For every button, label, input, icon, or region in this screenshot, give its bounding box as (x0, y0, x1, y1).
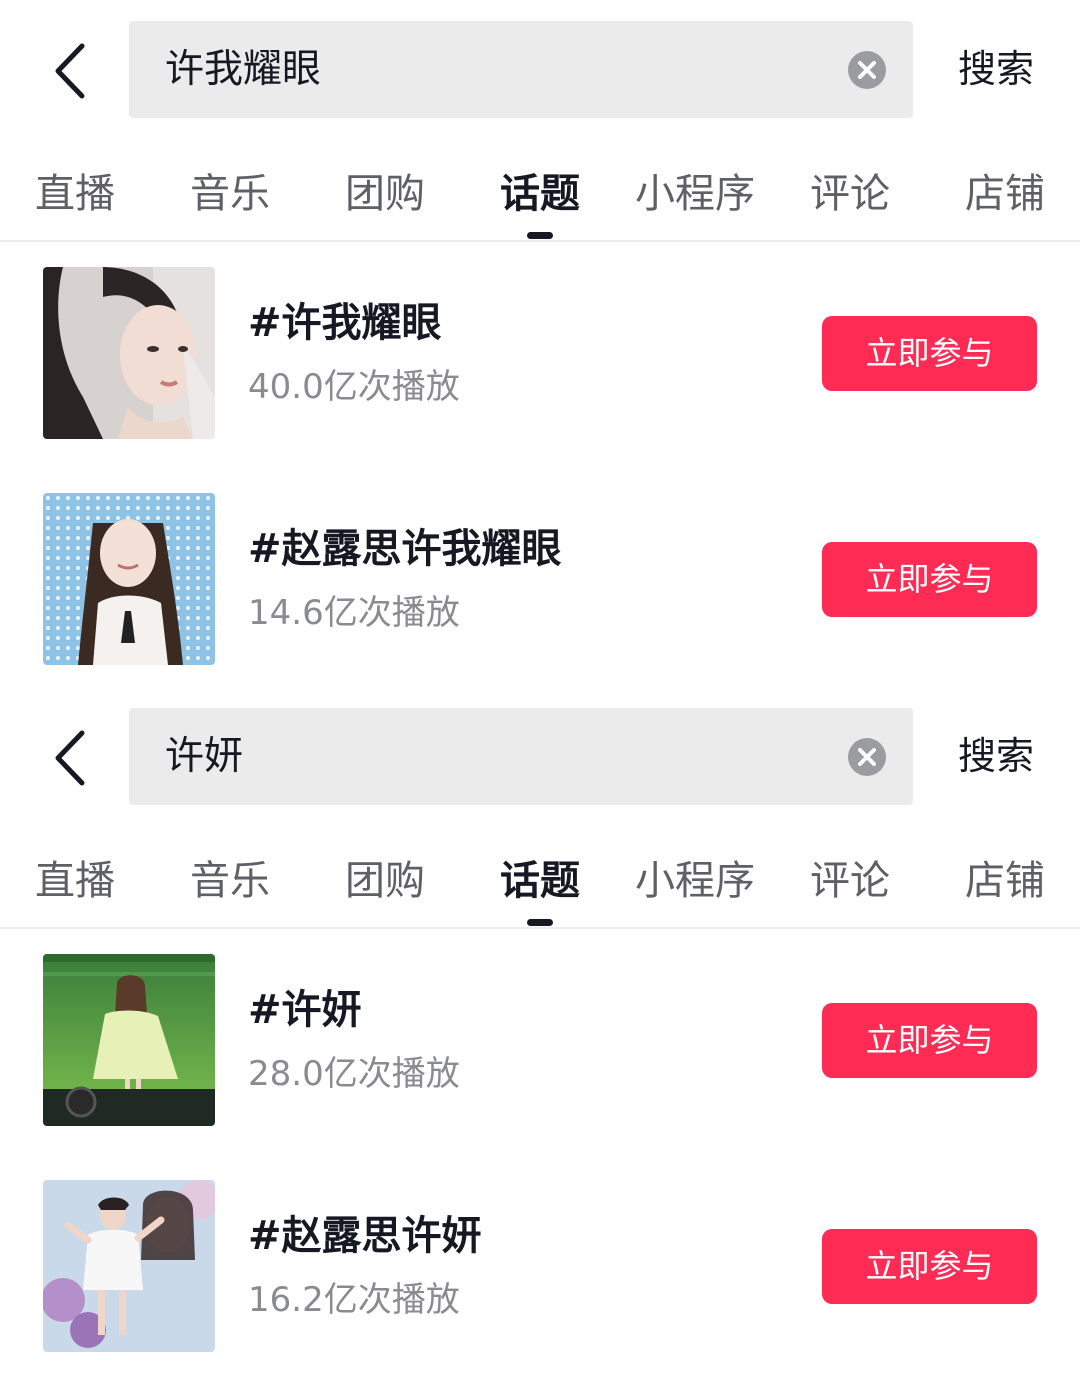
category-tabs: 直播 音乐 团购 话题 小程序 评论 店铺 (0, 140, 1080, 242)
topic-row[interactable]: #许妍 28.0亿次播放 立即参与 (0, 954, 1080, 1154)
topic-play-count: 40.0亿次播放 (248, 367, 460, 407)
topic-title: #许我耀眼 (248, 300, 442, 346)
tab-mini-programs[interactable]: 小程序 (625, 164, 765, 224)
tab-music[interactable]: 音乐 (160, 164, 300, 224)
portrait-thumbnail-image (43, 267, 215, 439)
search-bar: 许我耀眼 搜索 (0, 0, 1080, 140)
active-tab-indicator (527, 919, 553, 926)
category-tabs: 直播 音乐 团购 话题 小程序 评论 店铺 (0, 827, 1080, 929)
search-button[interactable]: 搜索 (944, 21, 1048, 118)
search-bar: 许妍 搜索 (0, 687, 1080, 827)
join-now-button[interactable]: 立即参与 (822, 1003, 1037, 1078)
tab-mini-programs[interactable]: 小程序 (625, 851, 765, 911)
tab-topics[interactable]: 话题 (470, 851, 610, 911)
clear-button[interactable] (847, 737, 887, 777)
topic-title: #赵露思许我耀眼 (248, 526, 562, 572)
topic-title: #赵露思许妍 (248, 1213, 482, 1259)
tab-stores[interactable]: 店铺 (935, 164, 1075, 224)
join-now-button[interactable]: 立即参与 (822, 542, 1037, 617)
tab-music[interactable]: 音乐 (160, 851, 300, 911)
tab-group-buy[interactable]: 团购 (315, 164, 455, 224)
search-button[interactable]: 搜索 (944, 708, 1048, 805)
topic-play-count: 28.0亿次播放 (248, 1054, 460, 1094)
search-input[interactable]: 许我耀眼 (129, 21, 913, 118)
search-query-text: 许我耀眼 (165, 47, 322, 92)
green-stage-thumbnail-image (43, 954, 215, 1126)
stage-portrait-thumbnail-image (43, 493, 215, 665)
clear-icon (848, 738, 886, 776)
back-button[interactable] (48, 725, 98, 791)
tab-live[interactable]: 直播 (5, 164, 145, 224)
tab-live[interactable]: 直播 (5, 851, 145, 911)
tab-topics[interactable]: 话题 (470, 164, 610, 224)
search-screen-2: 许妍 搜索 直播 音乐 团购 话题 小程序 评论 店铺 #许妍 28.0亿次播放… (0, 687, 1080, 1374)
tab-group-buy[interactable]: 团购 (315, 851, 455, 911)
floral-poster-thumbnail-image (43, 1180, 215, 1352)
join-now-button[interactable]: 立即参与 (822, 1229, 1037, 1304)
topic-row[interactable]: #赵露思许妍 16.2亿次播放 立即参与 (0, 1180, 1080, 1380)
tab-comments[interactable]: 评论 (780, 164, 920, 224)
chevron-left-icon (55, 43, 85, 99)
search-query-text: 许妍 (165, 734, 244, 779)
topic-row[interactable]: #赵露思许我耀眼 14.6亿次播放 立即参与 (0, 493, 1080, 693)
join-now-button[interactable]: 立即参与 (822, 316, 1037, 391)
topic-play-count: 16.2亿次播放 (248, 1280, 460, 1320)
topic-play-count: 14.6亿次播放 (248, 593, 460, 633)
active-tab-indicator (527, 232, 553, 239)
clear-icon (848, 51, 886, 89)
back-button[interactable] (48, 38, 98, 104)
topic-thumbnail (43, 954, 215, 1126)
chevron-left-icon (55, 730, 85, 786)
tab-comments[interactable]: 评论 (780, 851, 920, 911)
topic-thumbnail (43, 493, 215, 665)
topic-title: #许妍 (248, 987, 362, 1033)
tab-stores[interactable]: 店铺 (935, 851, 1075, 911)
topic-thumbnail (43, 1180, 215, 1352)
topic-thumbnail (43, 267, 215, 439)
topic-row[interactable]: #许我耀眼 40.0亿次播放 立即参与 (0, 267, 1080, 467)
search-screen-1: 许我耀眼 搜索 直播 音乐 团购 话题 小程序 评论 店铺 #许我耀眼 40.0… (0, 0, 1080, 687)
search-input[interactable]: 许妍 (129, 708, 913, 805)
clear-button[interactable] (847, 50, 887, 90)
